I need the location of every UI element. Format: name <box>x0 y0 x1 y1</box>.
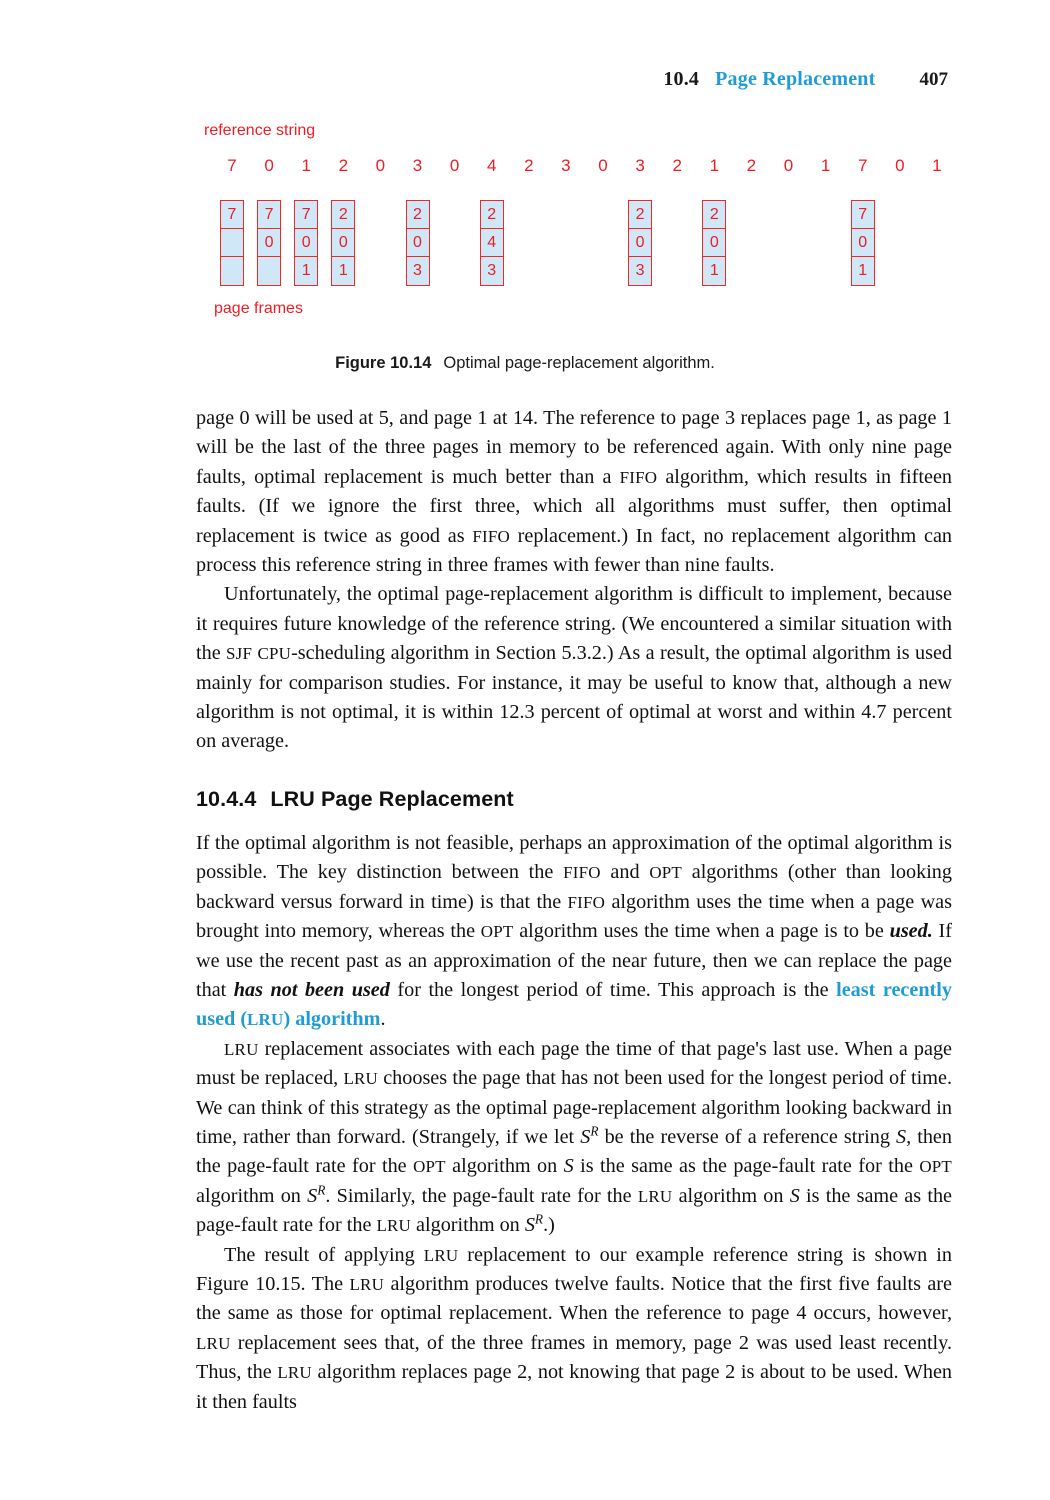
section-heading: 10.4.4 LRU Page Replacement <box>196 787 952 812</box>
page-frame-cell <box>258 257 281 285</box>
page-frame-cell: 3 <box>629 257 652 285</box>
figure-caption-label: Figure 10.14 <box>335 354 432 372</box>
reference-string-value: 3 <box>412 156 423 175</box>
reference-string-value: 2 <box>524 156 534 175</box>
page-frame-cell: 0 <box>332 229 355 257</box>
reference-string-value: 0 <box>264 156 274 175</box>
page-frame-cell: 7 <box>221 201 243 229</box>
page-frame-cell: 7 <box>295 201 318 229</box>
reference-string-value: 2 <box>672 156 682 175</box>
reference-string-value: 4 <box>486 156 497 175</box>
page-frame-cell: 0 <box>295 229 318 257</box>
page-frame-cell: 1 <box>703 257 726 285</box>
paragraph-1: page 0 will be used at 5, and page 1 at … <box>196 407 952 577</box>
reference-string-label: reference string <box>204 122 316 139</box>
figure-caption-text: Optimal page-replacement algorithm. <box>443 354 715 372</box>
reference-string-value: 7 <box>857 156 868 175</box>
reference-string-value: 1 <box>932 156 942 175</box>
page-frame-cell: 7 <box>851 201 874 229</box>
reference-string-value: 0 <box>895 156 905 175</box>
page-frame-cell: 1 <box>332 257 355 285</box>
reference-string-value: 1 <box>820 156 831 175</box>
reference-string-value: 3 <box>561 156 571 175</box>
reference-string-value: 1 <box>709 156 720 175</box>
reference-string-value: 2 <box>746 156 757 175</box>
page-frame-column: 203 <box>628 200 653 286</box>
reference-string-value: 0 <box>449 156 460 175</box>
page-frame-cell: 0 <box>258 229 281 257</box>
reference-string-value: 3 <box>635 156 645 175</box>
reference-string-value: 0 <box>598 156 608 175</box>
page-frame-cell: 0 <box>703 229 726 257</box>
page-frame-cell: 4 <box>480 229 503 257</box>
page-frame-cell: 2 <box>332 201 355 229</box>
reference-string-value: 2 <box>338 156 349 175</box>
page-frame-cell: 7 <box>258 201 281 229</box>
page-frame-cell: 1 <box>851 257 874 285</box>
page-frame-cell: 2 <box>703 201 726 229</box>
page-frame-cell: 0 <box>629 229 652 257</box>
page-frame-column: 70 <box>257 200 282 286</box>
figure-caption: Figure 10.14 Optimal page-replacement alg… <box>0 354 1050 373</box>
page-frame-cell: 0 <box>406 229 429 257</box>
reference-string-value: 0 <box>375 156 386 175</box>
page-frame-cell: 2 <box>629 201 652 229</box>
page-frame-cell: 3 <box>406 257 429 285</box>
page-number: 407 <box>919 69 949 90</box>
page-frame-column: 201 <box>702 200 727 286</box>
running-head-section-number: 10.4 <box>663 68 700 90</box>
section-heading-title: LRU Page Replacement <box>270 786 514 811</box>
page-frame-cell: 0 <box>851 229 874 257</box>
page-frame-cell <box>221 257 243 285</box>
paragraph-2: Unfortunately, the optimal page-replacem… <box>196 583 952 753</box>
page-frame-column: 701 <box>850 200 875 286</box>
page-frames-label: page frames <box>214 300 303 317</box>
page-frame-column: 701 <box>294 200 319 286</box>
page-frame-cell: 2 <box>480 201 503 229</box>
running-head: 10.4 Page Replacement 407 <box>663 68 948 91</box>
page-frame-cell <box>221 229 243 257</box>
paragraph-4: LRU replacement associates with each pag… <box>196 1037 952 1237</box>
running-head-section-title: Page Replacement <box>715 68 876 90</box>
page-frame-column: 7 <box>220 200 244 286</box>
page-frame-column: 201 <box>331 200 356 286</box>
reference-string-value: 0 <box>783 156 794 175</box>
page-frame-column: 243 <box>479 200 504 286</box>
paragraph-5: The result of applying LRU replacement t… <box>196 1243 952 1413</box>
paragraph-3: If the optimal algorithm is not feasible… <box>196 831 952 1031</box>
reference-string-value: 7 <box>227 156 237 175</box>
body-column: page 0 will be used at 5, and page 1 at … <box>196 404 952 1417</box>
section-heading-number: 10.4.4 <box>196 786 257 811</box>
page-frame-cell: 3 <box>480 257 503 285</box>
page-frame-cell: 1 <box>295 257 318 285</box>
figure-10-14: reference string 70120304230321201701 77… <box>196 118 956 343</box>
reference-string-value: 1 <box>301 156 311 175</box>
page-frame-column: 203 <box>405 200 430 286</box>
page-frame-cell: 2 <box>406 201 429 229</box>
